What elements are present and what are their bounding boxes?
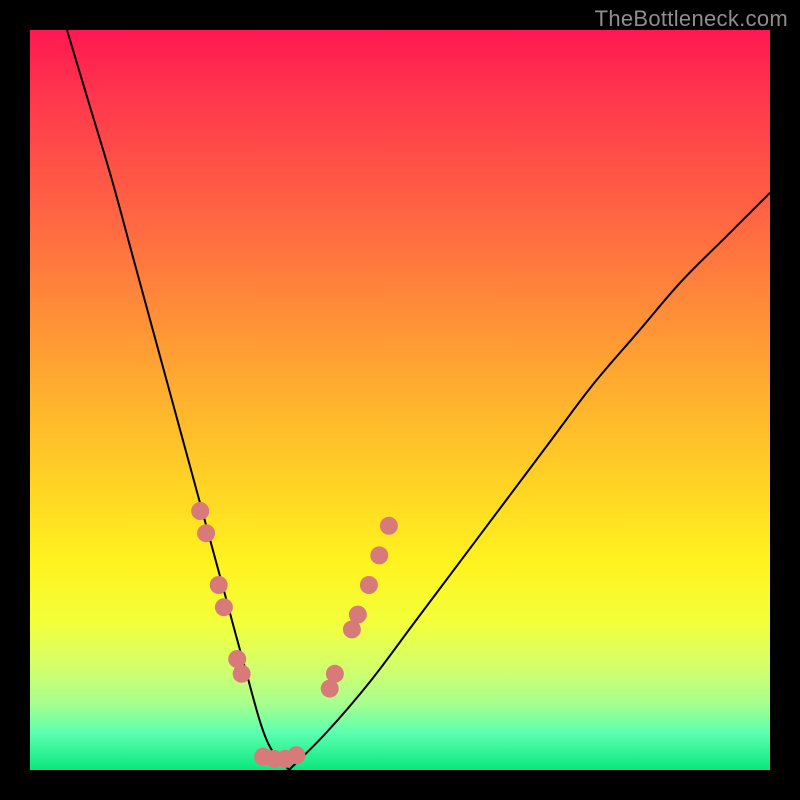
data-marker [349, 606, 367, 624]
data-marker [215, 598, 233, 616]
data-marker [191, 502, 209, 520]
data-marker [326, 665, 344, 683]
data-marker [360, 576, 378, 594]
marker-group [191, 502, 398, 768]
data-marker [370, 546, 388, 564]
data-marker [233, 665, 251, 683]
plot-area [30, 30, 770, 770]
data-marker [197, 524, 215, 542]
curve-layer [30, 30, 770, 770]
watermark-text: TheBottleneck.com [595, 6, 788, 32]
data-marker [380, 517, 398, 535]
chart-frame: TheBottleneck.com [0, 0, 800, 800]
data-marker [287, 746, 305, 764]
data-marker [210, 576, 228, 594]
curve-right [289, 193, 770, 770]
curve-left [67, 30, 289, 770]
